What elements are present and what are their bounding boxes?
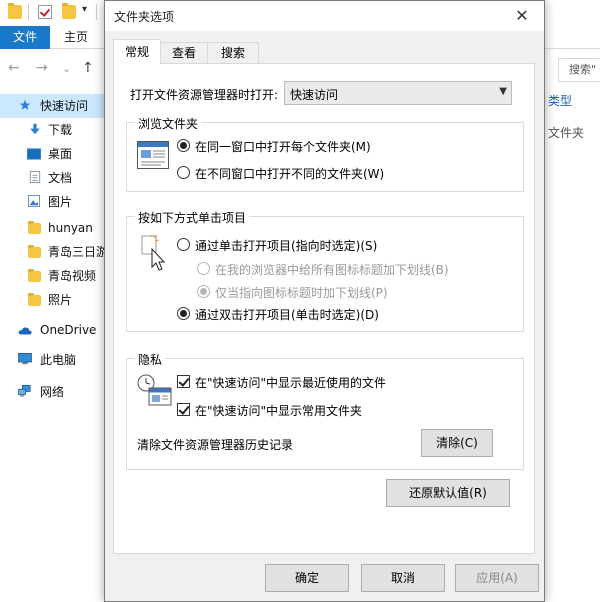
folder-icon xyxy=(28,221,41,234)
clear-history-button[interactable]: 清除(C) xyxy=(421,429,493,457)
show-frequent-folders-label[interactable]: 在"快速访问"中显示常用文件夹 xyxy=(195,402,362,419)
open-explorer-select[interactable]: 快速访问 ▼ xyxy=(284,81,512,105)
folder-icon[interactable] xyxy=(8,3,22,19)
sidebar-item-label: 快速访问 xyxy=(40,99,89,113)
sidebar-item-label: 桌面 xyxy=(48,147,73,161)
tab-panel-general: 打开文件资源管理器时打开: 快速访问 ▼ 浏览文件夹 在同一窗口中打开每个文件夹… xyxy=(113,63,535,554)
privacy-group: 隐私 在"快速访问"中显示最近使用的文件 在"快速访问"中显示常用文件夹 清除文… xyxy=(126,351,524,470)
sidebar-item-label: 文档 xyxy=(48,171,73,185)
ribbon-home-tab[interactable]: 主页 xyxy=(64,26,88,49)
group-title: 按如下方式单击项目 xyxy=(135,209,250,226)
show-recent-files-checkbox[interactable] xyxy=(177,375,190,388)
explorer-navigation: ← → ⌄ ↑ xyxy=(0,56,110,84)
dialog-title: 文件夹选项 xyxy=(114,10,175,24)
clear-history-label: 清除文件资源管理器历史记录 xyxy=(137,438,294,452)
sidebar-item-label: 图片 xyxy=(48,195,73,209)
group-title: 隐私 xyxy=(135,351,166,368)
sidebar-item-network[interactable]: 网络 xyxy=(0,380,106,404)
column-header-type[interactable]: 类型 xyxy=(548,92,572,109)
chevron-down-icon: ▼ xyxy=(499,86,507,97)
sidebar-item-label: 照片 xyxy=(48,293,73,307)
network-icon xyxy=(18,385,31,397)
picture-icon xyxy=(28,195,40,207)
sidebar-item-folder-photos[interactable]: 照片 xyxy=(0,288,106,312)
ok-button[interactable]: 确定 xyxy=(265,564,349,592)
forward-arrow-icon[interactable]: → xyxy=(36,60,48,76)
desktop-icon xyxy=(27,148,41,160)
sidebar-item-quick-access[interactable]: 快速访问 xyxy=(0,94,106,118)
toolbar-divider xyxy=(28,4,29,20)
sidebar-item-pictures[interactable]: 图片 xyxy=(0,190,106,214)
pointer-click-illustration-icon xyxy=(141,235,166,271)
toolbar-divider xyxy=(96,4,97,20)
show-frequent-folders-checkbox[interactable] xyxy=(177,403,190,416)
restore-defaults-button[interactable]: 还原默认值(R) xyxy=(386,479,510,507)
folder-options-dialog: 文件夹选项 ✕ 常规 查看 搜索 打开文件资源管理器时打开: 快速访问 ▼ 浏览… xyxy=(104,0,545,602)
new-folder-icon[interactable] xyxy=(62,3,76,19)
underline-all-radio xyxy=(197,262,210,275)
folder-icon xyxy=(28,245,41,258)
sidebar-item-folder-qingdao-video[interactable]: 青岛视频 xyxy=(0,264,106,288)
browse-folders-group: 浏览文件夹 在同一窗口中打开每个文件夹(M) 在不同窗口中打开不同的文件夹(W) xyxy=(126,115,524,192)
open-new-window-radio[interactable] xyxy=(177,166,190,179)
same-window-illustration-icon xyxy=(137,141,169,169)
underline-hover-label: 仅当指向图标标题时加下划线(P) xyxy=(215,286,388,300)
sidebar-item-this-pc[interactable]: 此电脑 xyxy=(0,348,106,372)
dialog-titlebar: 文件夹选项 ✕ xyxy=(105,1,544,31)
sidebar-item-documents[interactable]: 文档 xyxy=(0,166,106,190)
tab-search[interactable]: 搜索 xyxy=(207,42,259,63)
file-type-value: 文件夹 xyxy=(548,126,585,140)
show-recent-files-label[interactable]: 在"快速访问"中显示最近使用的文件 xyxy=(195,374,386,391)
sidebar-item-desktop[interactable]: 桌面 xyxy=(0,142,106,166)
open-explorer-value: 快速访问 xyxy=(290,88,339,102)
sidebar-item-folder-qingdao-trip[interactable]: 青岛三日游 xyxy=(0,240,106,264)
single-click-label[interactable]: 通过单击打开项目(指向时选定)(S) xyxy=(195,237,377,254)
double-click-radio[interactable] xyxy=(177,307,190,320)
customize-toolbar-dropdown-icon[interactable]: ▾ xyxy=(82,4,87,15)
cancel-button[interactable]: 取消 xyxy=(361,564,445,592)
open-same-window-radio[interactable] xyxy=(177,139,190,152)
sidebar-item-label: hunyan xyxy=(48,221,93,235)
sidebar-item-label: 青岛视频 xyxy=(48,269,97,283)
computer-icon xyxy=(18,353,32,365)
up-arrow-icon[interactable]: ↑ xyxy=(82,60,94,76)
open-same-window-label[interactable]: 在同一窗口中打开每个文件夹(M) xyxy=(195,138,371,155)
sidebar-item-downloads[interactable]: 下载 xyxy=(0,118,106,142)
sidebar-item-folder-hunyan[interactable]: hunyan xyxy=(0,216,106,240)
back-arrow-icon[interactable]: ← xyxy=(8,60,20,76)
open-new-window-label[interactable]: 在不同窗口中打开不同的文件夹(W) xyxy=(195,165,384,182)
tab-view[interactable]: 查看 xyxy=(160,42,208,63)
close-icon[interactable]: ✕ xyxy=(508,5,536,27)
properties-check-icon[interactable] xyxy=(38,5,52,19)
ribbon-file-tab[interactable]: 文件 xyxy=(0,26,50,49)
sidebar-item-label: 青岛三日游 xyxy=(48,245,106,259)
document-icon xyxy=(29,171,41,183)
underline-hover-radio xyxy=(197,285,210,298)
open-explorer-label: 打开文件资源管理器时打开: xyxy=(130,88,279,102)
search-input[interactable]: 搜索" xyxy=(558,58,600,82)
recent-files-clock-icon xyxy=(137,374,172,406)
click-items-group: 按如下方式单击项目 通过单击打开项目(指向时选定)(S) 在我的浏览器中给所有图… xyxy=(126,209,524,332)
apply-button[interactable]: 应用(A) xyxy=(455,564,539,592)
folder-icon xyxy=(28,269,41,282)
star-icon xyxy=(19,99,31,110)
single-click-radio[interactable] xyxy=(177,238,190,251)
underline-all-label: 在我的浏览器中给所有图标标题加下划线(B) xyxy=(215,263,449,277)
sidebar-item-label: 此电脑 xyxy=(40,353,77,367)
sidebar-item-label: OneDrive xyxy=(40,323,97,337)
tab-general[interactable]: 常规 xyxy=(113,39,161,64)
group-title: 浏览文件夹 xyxy=(135,115,202,132)
recent-locations-dropdown-icon[interactable]: ⌄ xyxy=(62,62,71,75)
sidebar-item-onedrive[interactable]: OneDrive xyxy=(0,318,106,342)
download-arrow-icon xyxy=(30,123,40,135)
sidebar-item-label: 网络 xyxy=(40,385,65,399)
double-click-label[interactable]: 通过双击打开项目(单击时选定)(D) xyxy=(195,306,379,323)
navigation-pane: 快速访问 下载 桌面 文档 图片 hunyan 青岛三日游 青岛视频 照片 On… xyxy=(0,88,106,602)
cloud-icon xyxy=(18,327,32,335)
folder-icon xyxy=(28,293,41,306)
sidebar-item-label: 下载 xyxy=(48,123,73,137)
